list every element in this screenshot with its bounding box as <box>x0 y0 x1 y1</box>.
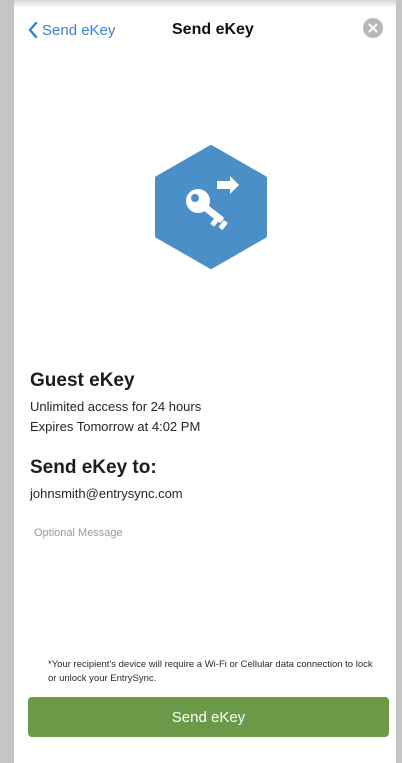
close-button[interactable] <box>363 18 383 38</box>
key-share-icon <box>155 145 267 269</box>
guest-ekey-title: Guest eKey <box>30 370 135 391</box>
navigation-bar: Send eKey Send eKey <box>14 6 396 50</box>
connectivity-disclaimer: *Your recipient's device will require a … <box>48 659 373 684</box>
expiration-text: Expires Tomorrow at 4:02 PM <box>30 419 201 434</box>
access-duration-text: Unlimited access for 24 hours <box>30 399 202 414</box>
chevron-left-icon <box>28 22 38 38</box>
left-margin <box>0 0 14 763</box>
right-margin <box>396 0 402 763</box>
send-ekey-screen: Send eKey Send eKey Guest eKey Unlimited… <box>14 0 396 763</box>
optional-message-input[interactable] <box>28 522 390 642</box>
send-ekey-button[interactable]: Send eKey <box>28 697 389 737</box>
send-to-heading: Send eKey to: <box>30 457 157 478</box>
page-title: Send eKey <box>172 21 254 38</box>
close-icon <box>368 23 378 33</box>
recipient-email: johnsmith@entrysync.com <box>30 486 183 501</box>
back-button[interactable]: Send eKey <box>28 19 115 41</box>
back-button-label: Send eKey <box>42 21 116 39</box>
